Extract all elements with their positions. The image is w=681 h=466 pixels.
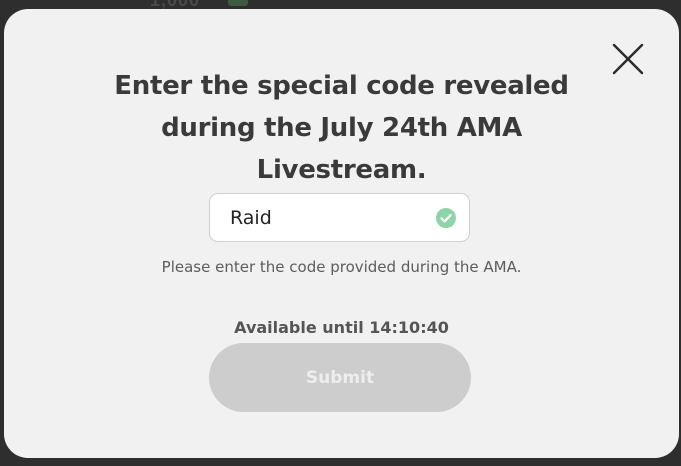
code-input-wrapper xyxy=(209,193,470,242)
submit-button[interactable]: Submit xyxy=(209,343,471,412)
close-button[interactable] xyxy=(611,42,645,76)
code-entry-modal: Enter the special code revealed during t… xyxy=(4,9,679,458)
code-input[interactable] xyxy=(210,194,430,241)
helper-text: Please enter the code provided during th… xyxy=(161,258,522,276)
close-x-icon xyxy=(612,43,644,75)
background-badge xyxy=(228,0,248,6)
availability-countdown: Available until 14:10:40 xyxy=(234,318,449,337)
check-circle-icon xyxy=(436,208,456,228)
modal-heading: Enter the special code revealed during t… xyxy=(114,71,569,185)
